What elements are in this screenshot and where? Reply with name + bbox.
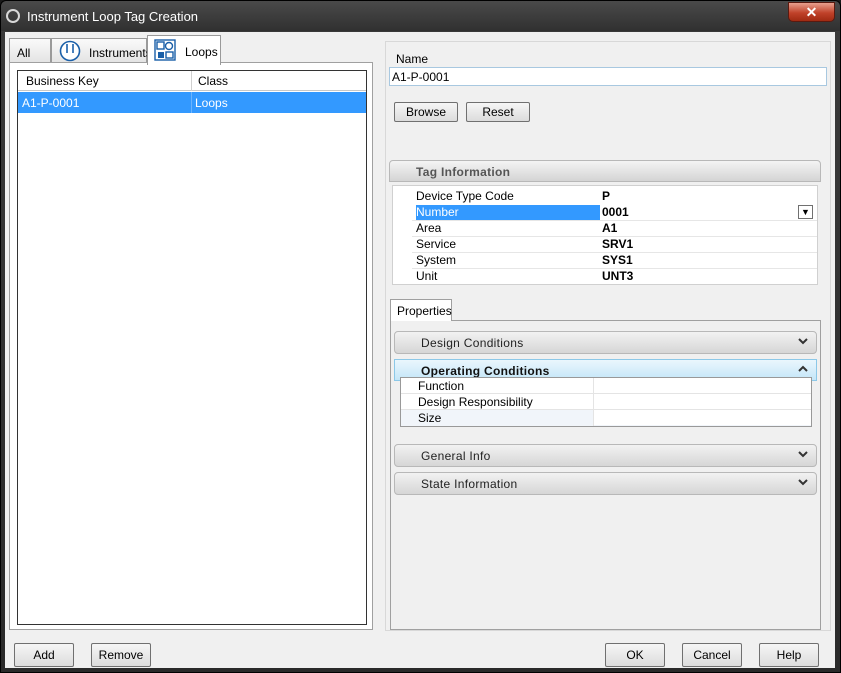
tag-value: UNT3: [602, 269, 634, 283]
tag-label: Area: [416, 221, 442, 235]
ok-button[interactable]: OK: [605, 643, 665, 667]
tag-information-header[interactable]: Tag Information: [389, 160, 821, 182]
property-label: Design Responsibility: [418, 395, 533, 409]
section-title: State Information: [421, 477, 518, 491]
dialog-client: All Instruments Loops Business Key Class…: [5, 32, 835, 668]
tab-loops[interactable]: Loops: [147, 35, 221, 65]
tag-row[interactable]: System SYS1: [412, 252, 817, 268]
properties-panel: Design Conditions Operating Conditions F…: [390, 320, 821, 630]
tag-value: SYS1: [602, 253, 633, 267]
section-title: Operating Conditions: [421, 364, 550, 378]
chevron-down-icon[interactable]: [797, 448, 811, 462]
tag-value: P: [602, 189, 611, 203]
property-row[interactable]: Design Responsibility: [401, 394, 811, 410]
property-row[interactable]: Size: [401, 410, 811, 426]
section-title: Design Conditions: [421, 336, 524, 350]
button-bar: Add Remove OK Cancel Help: [5, 633, 835, 668]
section-title: General Info: [421, 449, 491, 463]
details-panel: Name A1-P-0001 Browse Reset Tag Informat…: [385, 41, 831, 631]
tag-label: Number: [416, 205, 600, 220]
help-button[interactable]: Help: [759, 643, 819, 667]
cell-divider: [593, 378, 594, 394]
tag-label: Service: [416, 237, 457, 251]
cell-class: Loops: [195, 96, 228, 110]
remove-button[interactable]: Remove: [91, 643, 151, 667]
dropdown-arrow-icon[interactable]: ▼: [798, 205, 813, 219]
property-row[interactable]: Function: [401, 378, 811, 394]
dialog-window: Instrument Loop Tag Creation ✕ All Instr…: [0, 0, 841, 673]
tag-row[interactable]: Service SRV1: [412, 236, 817, 252]
tag-label: Unit: [416, 269, 438, 283]
tag-information-grid: Device Type Code P Number 0001 ▼ Area A1…: [392, 185, 818, 285]
chevron-down-icon[interactable]: [797, 335, 811, 349]
close-button[interactable]: ✕: [788, 2, 835, 22]
loops-icon: [154, 39, 176, 64]
loops-panel: Business Key Class A1-P-0001 Loops: [9, 62, 373, 630]
tab-loops-label: Loops: [185, 45, 218, 59]
app-icon: [6, 9, 20, 23]
cell-divider: [593, 394, 594, 410]
tag-row[interactable]: Unit UNT3: [412, 268, 817, 284]
property-value[interactable]: [594, 410, 811, 425]
operating-conditions-grid: Function Design Responsibility Size: [400, 377, 812, 427]
tag-label: System: [416, 253, 457, 267]
cell-business-key: A1-P-0001: [22, 96, 80, 110]
reset-button[interactable]: Reset: [466, 102, 530, 122]
chevron-up-icon[interactable]: [797, 363, 811, 377]
cell-divider: [191, 92, 192, 113]
grid-header: Business Key Class: [18, 71, 366, 91]
column-divider[interactable]: [191, 71, 192, 91]
name-field[interactable]: A1-P-0001: [389, 67, 827, 86]
add-button[interactable]: Add: [14, 643, 74, 667]
tab-properties-label: Properties: [397, 304, 452, 318]
tab-instruments-label: Instruments: [89, 46, 152, 60]
tag-row[interactable]: Area A1: [412, 220, 817, 236]
name-label: Name: [396, 52, 429, 66]
table-row[interactable]: A1-P-0001 Loops: [18, 92, 366, 113]
section-state-information[interactable]: State Information: [394, 472, 817, 495]
tag-value[interactable]: 0001: [602, 205, 629, 219]
tag-value: SRV1: [602, 237, 634, 251]
chevron-down-icon[interactable]: [797, 476, 811, 490]
tag-information-title: Tag Information: [416, 165, 511, 179]
tab-instruments[interactable]: Instruments: [51, 38, 152, 64]
loops-grid[interactable]: Business Key Class A1-P-0001 Loops: [17, 70, 367, 625]
tag-row[interactable]: Device Type Code P: [412, 188, 817, 204]
column-header-class[interactable]: Class: [198, 74, 228, 88]
property-label: Size: [418, 411, 442, 425]
tab-all[interactable]: All: [9, 38, 51, 64]
column-header-business-key[interactable]: Business Key: [26, 74, 99, 88]
tab-properties[interactable]: Properties: [390, 299, 452, 321]
cancel-button[interactable]: Cancel: [682, 643, 742, 667]
tag-label: Device Type Code: [416, 189, 514, 203]
tag-value: A1: [602, 221, 618, 235]
property-label: Function: [418, 379, 465, 393]
window-title: Instrument Loop Tag Creation: [27, 9, 199, 24]
browse-button[interactable]: Browse: [394, 102, 458, 122]
section-design-conditions[interactable]: Design Conditions: [394, 331, 817, 354]
tab-all-label: All: [17, 46, 31, 60]
section-general-info[interactable]: General Info: [394, 444, 817, 467]
title-bar[interactable]: Instrument Loop Tag Creation ✕: [1, 1, 840, 31]
tag-row-number[interactable]: Number 0001 ▼: [412, 204, 817, 220]
cell-divider: [593, 410, 594, 426]
